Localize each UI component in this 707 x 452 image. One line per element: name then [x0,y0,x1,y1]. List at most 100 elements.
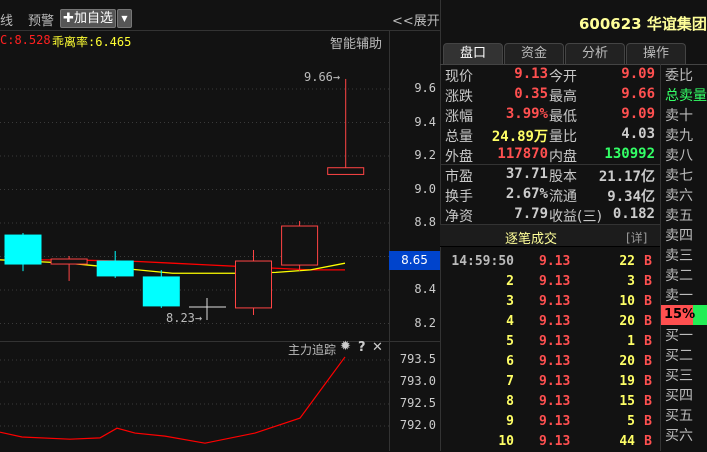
tab-3[interactable]: 操作 [626,43,686,64]
indicator-y-tick: 792.5 [399,396,436,410]
trade-volume: 3 [627,274,635,289]
trade-row: 6 9.13 20 B [442,352,660,372]
trade-side: B [644,334,652,349]
trade-price: 9.13 [539,414,571,429]
trade-row: 4 9.13 20 B [442,312,660,332]
trade-time: 10 [498,434,514,449]
indicator-line [0,356,346,444]
side-label: 买一 [665,328,693,344]
trade-side: B [644,374,652,389]
trades-title: 逐笔成交 [505,232,558,247]
quote-row: 现价 9.13 今开 9.09 [442,65,660,85]
tab-0[interactable]: 盘口 [443,43,503,64]
trade-time: 9 [506,414,514,429]
indicator-title: 主力追踪 [288,343,337,357]
trade-side: B [644,274,652,289]
quote-value: 37.71 [505,166,548,182]
trade-price: 9.13 [539,294,571,309]
trade-side: B [644,434,652,449]
candle-body [327,167,365,175]
y-tick-label: 9.0 [414,181,436,196]
quote-label: 今开 [549,69,577,85]
trade-time: 4 [506,314,514,329]
quote-value: 130992 [604,146,655,162]
y-tick-label: 8.8 [414,215,436,229]
trade-volume: 20 [619,354,635,369]
quote-value: 7.79 [514,206,548,222]
tab-2[interactable]: 分析 [565,43,625,64]
trade-row: 9 9.13 5 B [442,412,660,432]
quote-row: 总量 24.89万 量比 4.03 [442,125,660,145]
help-icon[interactable]: ? [358,340,366,355]
detail-link[interactable]: [详] [626,229,647,246]
trade-price: 9.13 [539,434,571,449]
trade-volume: 15 [619,394,635,409]
tab-1[interactable]: 资金 [504,43,564,64]
candle-body [235,260,272,309]
quote-value: 9.13 [514,66,548,82]
gear-icon[interactable]: ✹ [340,339,351,354]
candle [281,220,319,272]
candle-body [281,225,319,266]
quote-value: 2.67% [505,186,548,202]
candlestick-chart[interactable] [0,0,440,451]
quote-value: 9.09 [621,66,655,82]
y-tick-label: 9.6 [414,81,436,95]
trade-time: 7 [506,374,514,389]
quote-row: 市盈 37.71 股本 21.17亿 [442,165,660,185]
trade-side: B [644,354,652,369]
candle-body [4,234,42,265]
quote-row: 涨跌 0.35 最高 9.66 [442,85,660,105]
quote-value: 3.99% [505,106,548,122]
side-label: 卖四 [665,228,693,244]
trade-side: B [644,414,652,429]
trade-volume: 20 [619,314,635,329]
current-price-label: 8.65 [389,251,440,270]
side-label: 卖八 [665,148,693,164]
quote-label: 换手 [445,189,473,205]
low-label: 8.23→ [166,311,203,325]
trade-time: 14:59:50 [451,254,514,269]
trade-price: 9.13 [539,274,571,289]
candle [235,249,272,315]
candle-body [142,276,180,307]
side-label: 卖十 [665,108,693,124]
trade-row: 3 9.13 10 B [442,292,660,312]
indicator-y-tick: 793.5 [399,352,436,366]
close-icon[interactable]: ✕ [372,340,383,355]
indicator-y-tick: 793.0 [399,374,436,388]
side-label: 买二 [665,348,693,364]
side-label: 卖六 [665,188,693,204]
side-label: 买四 [665,388,693,404]
trade-volume: 44 [619,434,635,449]
side-label: 卖五 [665,208,693,224]
side-label: 卖一 [665,288,693,304]
trade-side: B [644,394,652,409]
trade-volume: 22 [619,254,635,269]
quote-label: 现价 [445,69,473,85]
trade-side: B [644,294,652,309]
y-tick-label: 9.2 [414,148,436,162]
quote-row: 净资 7.79 收益(三) 0.182 [442,205,660,225]
trade-time: 8 [506,394,514,409]
quote-label: 最低 [549,109,577,125]
trade-price: 9.13 [539,394,571,409]
y-tick-label: 8.2 [414,315,436,330]
quote-label: 内盘 [549,149,577,165]
trade-side: B [644,254,652,269]
quote-value: 0.35 [514,86,548,102]
candle [50,255,88,281]
quote-label: 量比 [549,129,577,145]
quote-label: 市盈 [445,169,473,185]
trade-price: 9.13 [539,254,571,269]
high-label: 9.66→ [304,70,341,84]
axis-divider [389,31,390,451]
quote-label: 净资 [445,209,473,225]
quote-label: 涨跌 [445,89,473,105]
candle [96,250,134,278]
quote-label: 涨幅 [445,109,473,125]
side-label: 卖三 [665,248,693,264]
side-label: 卖九 [665,128,693,144]
side-label: 买五 [665,408,693,424]
trade-row: 10 9.13 44 B [442,432,660,452]
